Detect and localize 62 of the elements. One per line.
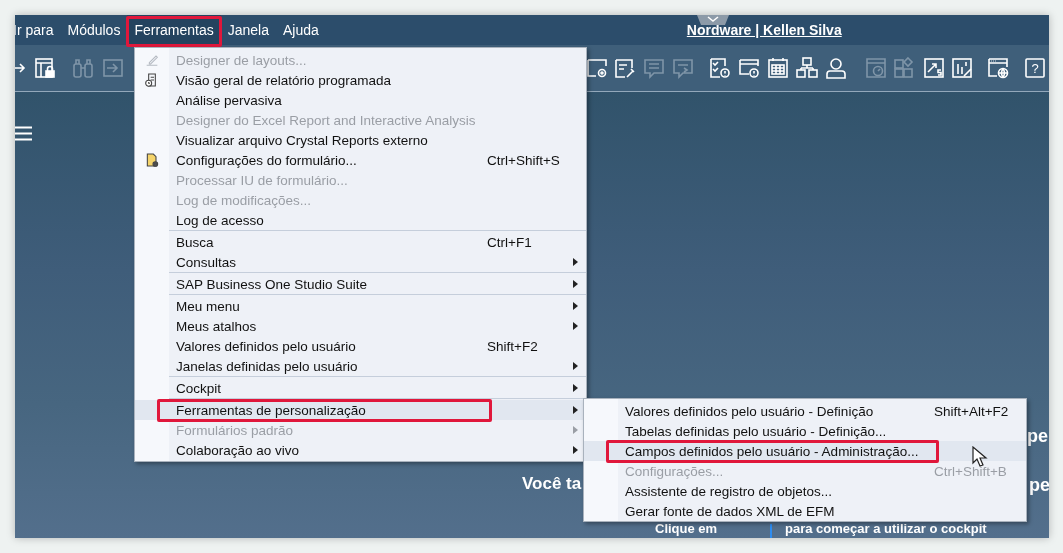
menu-item[interactable]: Campos definidos pelo usuário - Administração... bbox=[584, 441, 1026, 461]
help-icon[interactable]: ? bbox=[1023, 56, 1047, 80]
menu-item[interactable]: Busca Ctrl+F1 bbox=[135, 232, 586, 252]
submenu-arrow-icon bbox=[573, 362, 578, 370]
menu-item[interactable]: Assistente de registro de objetos... bbox=[584, 481, 1026, 501]
menu-item[interactable]: Ir para bbox=[15, 15, 61, 45]
submenu-arrow-icon bbox=[573, 426, 578, 434]
menu-item[interactable]: Log de acesso bbox=[135, 210, 586, 230]
shortcut-label: Ctrl+Shift+S bbox=[487, 152, 560, 168]
menu-item[interactable]: Ferramentas de personalização bbox=[135, 400, 586, 420]
menu-item[interactable]: Módulos bbox=[60, 15, 128, 45]
menu-item[interactable]: Visão geral de relatório programada bbox=[135, 70, 586, 90]
menu-item[interactable]: Meu menu bbox=[135, 296, 586, 316]
menu-item[interactable]: Gerar fonte de dados XML de EFM bbox=[584, 501, 1026, 521]
menu-item[interactable]: Janela bbox=[220, 15, 276, 45]
menu-item[interactable]: Colaboração ao vivo bbox=[135, 440, 586, 460]
submenu-arrow-icon bbox=[573, 280, 578, 288]
pointer-icon bbox=[972, 446, 988, 468]
background-text: Clique em bbox=[655, 522, 718, 537]
menu-item[interactable]: Visualizar arquivo Crystal Reports externo bbox=[135, 130, 586, 150]
menu-item[interactable]: Valores definidos pelo usuário Shift+F2 bbox=[135, 336, 586, 356]
user-icon[interactable] bbox=[824, 56, 848, 80]
menu-item[interactable]: Ajuda bbox=[276, 15, 326, 45]
shortcut-label: Ctrl+F1 bbox=[487, 234, 532, 250]
chart-dollar-icon[interactable] bbox=[922, 56, 946, 80]
window-alert-icon[interactable] bbox=[737, 56, 761, 80]
form-lock-icon[interactable] bbox=[33, 56, 57, 80]
submenu-arrow-icon bbox=[573, 322, 578, 330]
calendar-icon[interactable] bbox=[766, 56, 790, 80]
checklist-alert-icon[interactable] bbox=[708, 56, 732, 80]
submenu-arrow-icon bbox=[573, 446, 578, 454]
shortcut-label: Ctrl+Shift+B bbox=[934, 463, 1007, 479]
shortcut-label: Shift+Alt+F2 bbox=[934, 403, 1009, 419]
menu-item[interactable]: Consultas bbox=[135, 252, 586, 272]
submenu-arrow-icon bbox=[573, 302, 578, 310]
collapse-tab[interactable] bbox=[697, 15, 729, 25]
document-gear-icon bbox=[144, 152, 160, 168]
menu-item[interactable]: Valores definidos pelo usuário - Definição Shift+Alt+F2 bbox=[584, 401, 1026, 421]
text-caret bbox=[770, 524, 772, 538]
background-text: Você ta bbox=[522, 474, 582, 494]
submenu-arrow-icon bbox=[573, 258, 578, 266]
menu-icon[interactable] bbox=[15, 126, 32, 141]
menu-item[interactable]: Meus atalhos bbox=[135, 316, 586, 336]
background-text: pe bbox=[1027, 426, 1048, 447]
shortcut-label: Shift+F2 bbox=[487, 338, 538, 354]
hierarchy-icon[interactable] bbox=[795, 56, 819, 80]
menu-item[interactable]: Janelas definidas pelo usuário bbox=[135, 356, 586, 376]
form-wrench-icon[interactable] bbox=[613, 56, 637, 80]
background-text: para começar a utilizar o cockpit bbox=[785, 522, 987, 537]
user-link[interactable]: Nordware | Kellen Silva bbox=[686, 22, 842, 38]
menu-item[interactable]: Tabelas definidas pelo usuário - Definição... bbox=[584, 421, 1026, 441]
menu-item[interactable]: Análise pervasiva bbox=[135, 90, 586, 110]
menu-item[interactable]: Cockpit bbox=[135, 378, 586, 398]
menu-item[interactable]: SAP Business One Studio Suite bbox=[135, 274, 586, 294]
submenu-arrow-icon bbox=[573, 406, 578, 414]
chart-pen-icon[interactable] bbox=[950, 56, 974, 80]
background-text: pe bbox=[1029, 475, 1049, 496]
form-gear-icon[interactable] bbox=[585, 56, 609, 80]
submenu-arrow-icon bbox=[573, 384, 578, 392]
globe-window-icon[interactable] bbox=[986, 56, 1010, 80]
menu-item[interactable]: Configurações do formulário... Ctrl+Shift+S bbox=[135, 150, 586, 170]
menu-item[interactable]: Ferramentas bbox=[127, 15, 221, 45]
